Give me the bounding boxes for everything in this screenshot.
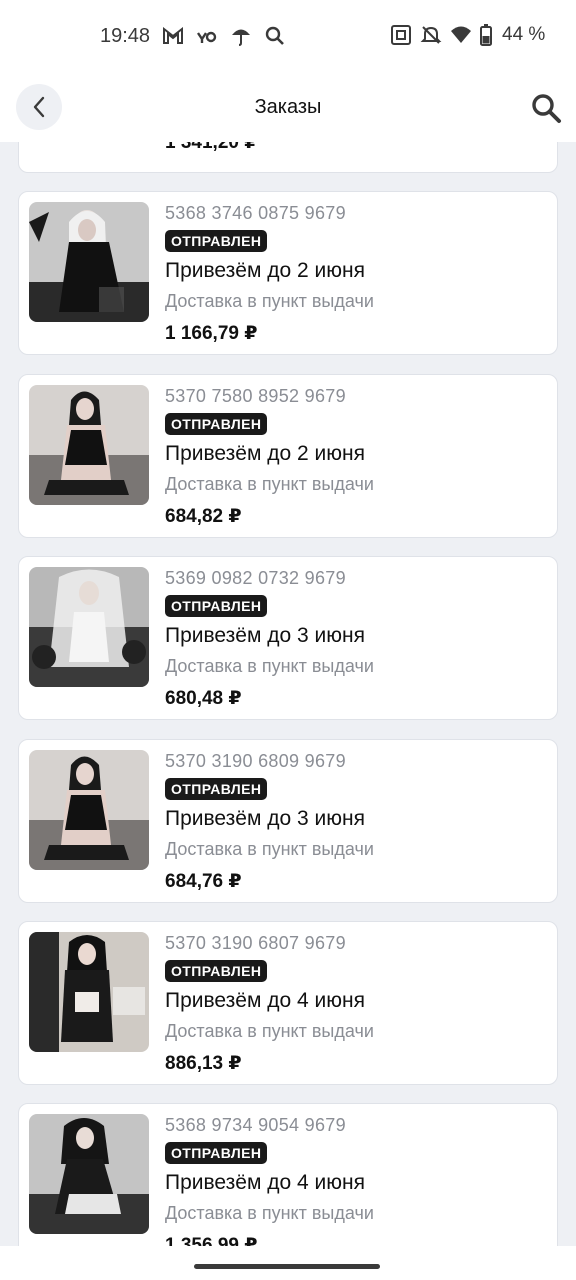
order-number: 5368 9734 9054 9679 bbox=[165, 1115, 346, 1135]
order-price: 886,13 ₽ bbox=[165, 1053, 242, 1074]
navigation-bar bbox=[0, 1246, 576, 1280]
status-bar: 19:48 44 % bbox=[0, 0, 576, 72]
search-icon bbox=[262, 24, 288, 48]
order-card[interactable]: 1 341,20 ₽ bbox=[18, 142, 558, 173]
delivery-method: Доставка в пункт выдачи bbox=[165, 839, 374, 859]
product-thumbnail bbox=[29, 385, 149, 505]
app-bar: Заказы bbox=[0, 72, 576, 142]
delivery-date: Привезём до 3 июня bbox=[165, 807, 365, 830]
status-badge: ОТПРАВЛЕН bbox=[165, 413, 268, 435]
status-badge: ОТПРАВЛЕН bbox=[165, 595, 268, 617]
product-thumbnail bbox=[29, 932, 149, 1052]
order-card[interactable]: 5370 3190 6809 9679 ОТПРАВЛЕН Привезём д… bbox=[18, 739, 558, 903]
delivery-date: Привезём до 4 июня bbox=[165, 989, 365, 1012]
nfc-icon bbox=[390, 24, 412, 46]
search-icon bbox=[532, 94, 561, 123]
umbrella-icon bbox=[228, 24, 254, 48]
status-badge: ОТПРАВЛЕН bbox=[165, 960, 268, 982]
home-indicator[interactable] bbox=[194, 1264, 380, 1269]
order-price: 1 356,99 ₽ bbox=[165, 1235, 258, 1246]
search-button[interactable] bbox=[526, 88, 566, 128]
order-number: 5369 0982 0732 9679 bbox=[165, 568, 346, 588]
delivery-method: Доставка в пункт выдачи bbox=[165, 1203, 374, 1223]
status-badge: ОТПРАВЛЕН bbox=[165, 1142, 268, 1164]
order-card[interactable]: 5369 0982 0732 9679 ОТПРАВЛЕН Привезём д… bbox=[18, 556, 558, 720]
page-title: Заказы bbox=[254, 96, 322, 118]
gmail-icon bbox=[160, 24, 186, 48]
product-thumbnail bbox=[29, 202, 149, 322]
order-number: 5370 3190 6807 9679 bbox=[165, 933, 346, 953]
product-thumbnail bbox=[29, 750, 149, 870]
order-number: 5370 7580 8952 9679 bbox=[165, 386, 346, 406]
order-number: 5370 3190 6809 9679 bbox=[165, 751, 346, 771]
mute-icon bbox=[420, 24, 442, 46]
system-icons: 44 % bbox=[390, 24, 545, 46]
status-badge: ОТПРАВЛЕН bbox=[165, 778, 268, 800]
yo-app-icon bbox=[194, 24, 220, 48]
product-thumbnail bbox=[29, 567, 149, 687]
notification-icons bbox=[160, 24, 288, 48]
status-badge: ОТПРАВЛЕН bbox=[165, 230, 268, 252]
wifi-icon bbox=[450, 25, 472, 45]
delivery-date: Привезём до 2 июня bbox=[165, 259, 365, 282]
delivery-date: Привезём до 3 июня bbox=[165, 624, 365, 647]
order-card[interactable]: 5370 7580 8952 9679 ОТПРАВЛЕН Привезём д… bbox=[18, 374, 558, 538]
order-price: 1 341,20 ₽ bbox=[165, 142, 258, 153]
order-card[interactable]: 5370 3190 6807 9679 ОТПРАВЛЕН Привезём д… bbox=[18, 921, 558, 1085]
delivery-method: Доставка в пункт выдачи bbox=[165, 656, 374, 676]
product-thumbnail bbox=[29, 1114, 149, 1234]
orders-list: 1 341,20 ₽ 5368 3746 0875 9679 ОТПРАВЛЕН… bbox=[0, 142, 576, 1246]
delivery-method: Доставка в пункт выдачи bbox=[165, 1021, 374, 1041]
order-number: 5368 3746 0875 9679 bbox=[165, 203, 346, 223]
order-price: 680,48 ₽ bbox=[165, 688, 242, 709]
delivery-date: Привезём до 2 июня bbox=[165, 442, 365, 465]
delivery-method: Доставка в пункт выдачи bbox=[165, 291, 374, 311]
order-card[interactable]: 5368 9734 9054 9679 ОТПРАВЛЕН Привезём д… bbox=[18, 1103, 558, 1246]
delivery-method: Доставка в пункт выдачи bbox=[165, 474, 374, 494]
delivery-date: Привезём до 4 июня bbox=[165, 1171, 365, 1194]
order-card[interactable]: 5368 3746 0875 9679 ОТПРАВЛЕН Привезём д… bbox=[18, 191, 558, 355]
order-price: 684,82 ₽ bbox=[165, 506, 242, 527]
order-price: 684,76 ₽ bbox=[165, 871, 242, 892]
order-price: 1 166,79 ₽ bbox=[165, 323, 258, 344]
battery-percent: 44 % bbox=[502, 24, 546, 45]
status-time: 19:48 bbox=[100, 25, 151, 47]
battery-icon bbox=[480, 24, 492, 46]
